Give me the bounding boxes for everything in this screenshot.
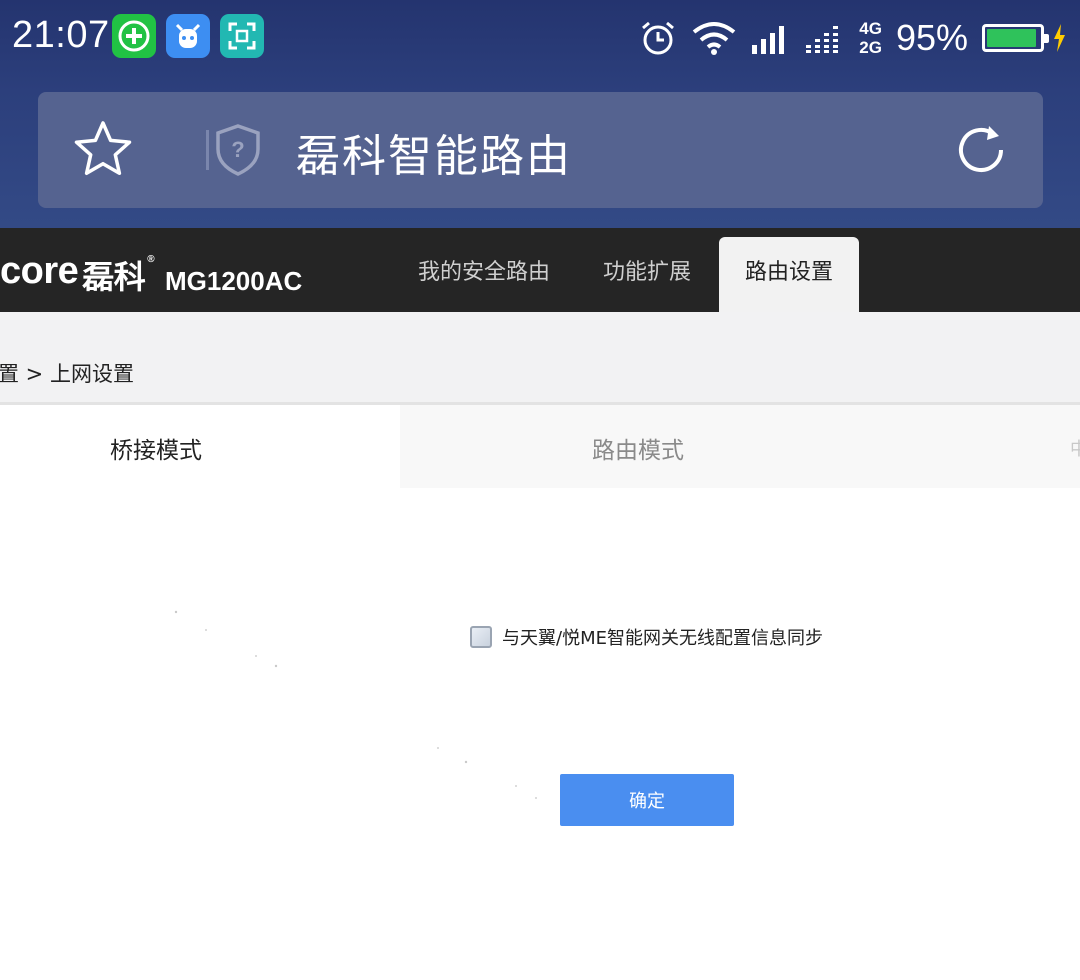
speck xyxy=(205,629,207,631)
background-specks xyxy=(174,610,537,799)
speck xyxy=(174,610,178,614)
sync-checkbox[interactable] xyxy=(470,626,492,648)
speck xyxy=(437,747,439,749)
confirm-button[interactable]: 确定 xyxy=(560,774,734,826)
sync-option[interactable]: 与天翼/悦ME智能网关无线配置信息同步 xyxy=(470,624,823,650)
speck xyxy=(255,655,257,657)
sync-label: 与天翼/悦ME智能网关无线配置信息同步 xyxy=(502,628,823,649)
speck xyxy=(464,760,468,764)
speck xyxy=(274,664,278,668)
speck xyxy=(535,797,537,799)
speck xyxy=(515,785,517,787)
